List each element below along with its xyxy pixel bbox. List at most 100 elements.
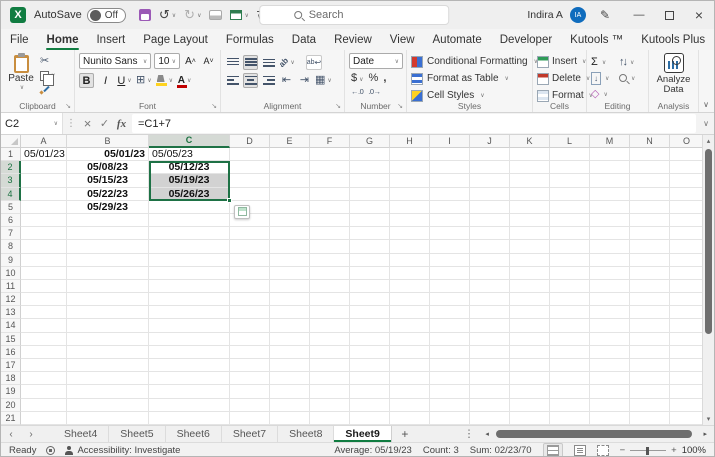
grid-cell[interactable]: [21, 372, 67, 385]
grid-cell[interactable]: [590, 201, 630, 214]
cell-B3[interactable]: 05/15/23: [67, 174, 149, 187]
grid-cell[interactable]: [350, 412, 390, 425]
grid-cell[interactable]: [149, 346, 230, 359]
row-header-10[interactable]: 10: [1, 267, 21, 280]
grid-cell[interactable]: [430, 174, 470, 187]
grid-cell[interactable]: [230, 280, 270, 293]
grid-cell[interactable]: [510, 359, 550, 372]
grid-cell[interactable]: [470, 372, 510, 385]
grid-cell[interactable]: [670, 280, 704, 293]
grid-cell[interactable]: [230, 188, 270, 201]
grid-cell[interactable]: [470, 385, 510, 398]
grid-cell[interactable]: [670, 227, 704, 240]
grid-cell[interactable]: [270, 188, 310, 201]
row-header-9[interactable]: 9: [1, 254, 21, 267]
expand-formula-bar-icon[interactable]: ∨: [698, 113, 714, 134]
grid-cell[interactable]: [67, 385, 149, 398]
row-header-16[interactable]: 16: [1, 346, 21, 359]
grid-cell[interactable]: [470, 267, 510, 280]
grid-cell[interactable]: [630, 267, 670, 280]
wrap-text-button[interactable]: ab↩: [306, 55, 323, 70]
grid-cell[interactable]: [350, 214, 390, 227]
grid-cell[interactable]: [590, 359, 630, 372]
sheet-tab-sheet6[interactable]: Sheet6: [166, 426, 222, 442]
font-color-button[interactable]: A∨: [177, 73, 192, 88]
grid-cell[interactable]: [590, 188, 630, 201]
grid-cell[interactable]: [350, 359, 390, 372]
grid-cell[interactable]: [550, 201, 590, 214]
column-header-L[interactable]: L: [550, 135, 590, 148]
grid-cell[interactable]: [510, 306, 550, 319]
grid-cell[interactable]: [390, 412, 430, 425]
grid-cell[interactable]: [310, 385, 350, 398]
grid-cell[interactable]: [630, 174, 670, 187]
grid-cell[interactable]: [430, 254, 470, 267]
grid-cell[interactable]: [350, 306, 390, 319]
cell-B5[interactable]: 05/29/23: [67, 201, 149, 214]
grid-cell[interactable]: [149, 399, 230, 412]
align-center-button[interactable]: [243, 73, 258, 88]
grid-cell[interactable]: [230, 333, 270, 346]
grid-cell[interactable]: [670, 201, 704, 214]
scroll-down-icon[interactable]: ▾: [703, 413, 714, 425]
tab-view[interactable]: View: [381, 29, 424, 50]
grid-cell[interactable]: [630, 412, 670, 425]
autosave-control[interactable]: AutoSave Off: [34, 8, 126, 23]
decrease-font-button[interactable]: A˅: [201, 54, 216, 69]
grid-cell[interactable]: [630, 346, 670, 359]
name-box[interactable]: C2 ∨: [1, 113, 63, 134]
row-header-2[interactable]: 2: [1, 161, 21, 174]
orientation-button[interactable]: ab∨: [279, 55, 295, 70]
grid-cell[interactable]: [350, 227, 390, 240]
grid-cell[interactable]: [310, 319, 350, 332]
grid-cell[interactable]: [470, 293, 510, 306]
font-size-select[interactable]: 10∨: [154, 53, 180, 69]
grid-cell[interactable]: [550, 161, 590, 174]
tab-data[interactable]: Data: [283, 29, 325, 50]
grid-cell[interactable]: [350, 333, 390, 346]
grid-cell[interactable]: [270, 293, 310, 306]
grid-cell[interactable]: [310, 267, 350, 280]
grid-cell[interactable]: [510, 174, 550, 187]
grid-cell[interactable]: [230, 359, 270, 372]
vertical-scroll-thumb[interactable]: [705, 149, 712, 334]
grid-cell[interactable]: [21, 240, 67, 253]
grid-cell[interactable]: [550, 333, 590, 346]
grid-cell[interactable]: [670, 188, 704, 201]
sheet-more-icon[interactable]: ⋮: [458, 426, 481, 442]
grid-cell[interactable]: [21, 346, 67, 359]
grid-cell[interactable]: [230, 148, 270, 161]
grid-cell[interactable]: [630, 306, 670, 319]
grid-cell[interactable]: [149, 412, 230, 425]
grid-cell[interactable]: [390, 214, 430, 227]
grid-cell[interactable]: [350, 293, 390, 306]
zoom-slider[interactable]: [630, 450, 666, 451]
select-all-corner[interactable]: [1, 135, 21, 148]
grid-cell[interactable]: [230, 254, 270, 267]
grid-cell[interactable]: [270, 280, 310, 293]
grid-cell[interactable]: [590, 346, 630, 359]
grid-cell[interactable]: [470, 306, 510, 319]
zoom-slider-thumb[interactable]: [646, 447, 649, 455]
column-header-M[interactable]: M: [590, 135, 630, 148]
grid-cell[interactable]: [670, 240, 704, 253]
scroll-left-icon[interactable]: ◂: [482, 430, 492, 438]
grid-cell[interactable]: [350, 174, 390, 187]
grid-cell[interactable]: [630, 280, 670, 293]
grid-cell[interactable]: [390, 240, 430, 253]
grid-cell[interactable]: [270, 201, 310, 214]
previous-sheet-button[interactable]: ‹: [1, 426, 21, 442]
font-name-select[interactable]: Nunito Sans∨: [79, 53, 151, 69]
grid-cell[interactable]: [430, 333, 470, 346]
grid-cell[interactable]: [590, 174, 630, 187]
comma-style-button[interactable]: ,: [383, 72, 386, 84]
grid-cell[interactable]: [230, 372, 270, 385]
tab-page-layout[interactable]: Page Layout: [134, 29, 217, 50]
grid-cell[interactable]: [310, 148, 350, 161]
grid-cell[interactable]: [550, 372, 590, 385]
grid-cell[interactable]: [310, 306, 350, 319]
grid-cell[interactable]: [430, 201, 470, 214]
grid-cell[interactable]: [21, 399, 67, 412]
grid-cell[interactable]: [550, 174, 590, 187]
grid-cell[interactable]: [510, 319, 550, 332]
